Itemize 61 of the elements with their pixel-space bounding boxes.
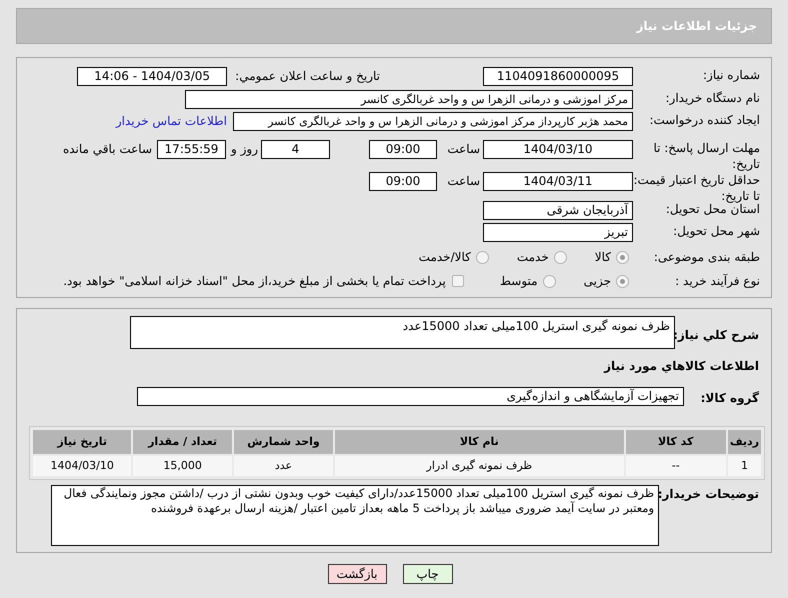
- field-label: شهر محل تحویل:: [672, 223, 760, 239]
- field-label: طبقه بندی موضوعی:: [652, 249, 760, 265]
- table-cell: 1404/03/10: [33, 456, 132, 476]
- text-field[interactable]: 1404/03/05 - 14:06: [77, 67, 228, 86]
- text-field[interactable]: تبریز: [483, 223, 633, 242]
- text-field[interactable]: 1104091860000095: [483, 67, 633, 86]
- column-header: نام کالا: [335, 430, 624, 454]
- option-label: کالا: [594, 249, 611, 265]
- contact-link[interactable]: اطلاعات تماس خریدار: [116, 112, 227, 131]
- notes-textarea[interactable]: ظرف نمونه گیری استریل 100میلی تعداد 15000عدد/دارای کیفیت خوب وبدون نشتی از درب /داشتن مجوز ونمایندگی فعال ومعتبر در سایت آیمد ضروری میباشد باز پرداخت 5 ماهه بعداز تامین اعتبار /هزینه ارسال برعهدة فروشنده: [51, 485, 659, 546]
- option-label: جزیی: [584, 273, 611, 289]
- column-header: کد کالا: [626, 430, 726, 454]
- field-label: ساعت: [446, 141, 480, 158]
- payment-note: پرداخت تمام یا بخشی از مبلغ خرید،از محل "اسناد خزانه اسلامی" خواهد بود.: [63, 273, 446, 289]
- print-button[interactable]: چاپ: [402, 564, 452, 584]
- field-label: نام دستگاه خریدار:: [664, 90, 760, 106]
- field-label: ساعت باقي مانده: [62, 141, 152, 158]
- column-header: ردیف: [728, 430, 761, 454]
- table-cell: 15,000: [133, 456, 232, 476]
- radio-button[interactable]: [476, 250, 489, 264]
- option-label: متوسط: [500, 273, 538, 289]
- table-cell: 1: [728, 456, 761, 476]
- text-field[interactable]: 09:00: [369, 140, 437, 159]
- column-header: واحد شمارش: [234, 430, 334, 454]
- field-label: استان محل تحویل:: [664, 202, 760, 217]
- text-field[interactable]: 1404/03/11: [483, 172, 633, 191]
- radio-button[interactable]: [616, 250, 629, 264]
- radio-button[interactable]: [616, 274, 629, 288]
- option-label: کالا/خدمت: [418, 249, 471, 265]
- page-title: جزئیات اطلاعات نیاز: [636, 18, 757, 35]
- back-button[interactable]: بازگشت: [328, 564, 386, 584]
- column-header: تعداد / مقدار: [133, 430, 232, 454]
- radio-button[interactable]: [542, 274, 556, 288]
- text-field[interactable]: مرکز اموزشی و درمانی الزهرا س و واحد غربالگری کانسر: [185, 90, 633, 109]
- radio-button[interactable]: [554, 250, 567, 264]
- text-field[interactable]: آذربایجان شرقی: [483, 201, 633, 220]
- field-label: مهلت ارسال پاسخ: تا تاریخ:: [652, 140, 760, 172]
- field-label: حداقل تاریخ اعتبار قیمت: تا تاریخ:: [633, 172, 760, 204]
- text-field[interactable]: محمد هژبر کارپرداز مرکز اموزشی و درمانی الزهرا س و واحد غربالگری کانسر: [233, 112, 633, 131]
- field-label: گروه کالا:: [700, 390, 759, 407]
- countdown-field: 17:55:59: [157, 140, 226, 159]
- table-cell: --: [626, 456, 726, 476]
- text-field[interactable]: 4: [261, 140, 330, 159]
- text-field[interactable]: 09:00: [369, 172, 437, 191]
- field-label: شماره نیاز:: [702, 67, 760, 83]
- table-cell: ظرف نمونه گیری ادرار: [335, 456, 624, 476]
- field-label: توضیحات خریدار:: [659, 486, 759, 503]
- field-label: روز و: [230, 141, 258, 158]
- section-title: اطلاعات كالاهاي مورد نیاز: [602, 358, 759, 375]
- table-cell: عدد: [234, 456, 334, 476]
- option-label: خدمت: [516, 249, 549, 265]
- text-field[interactable]: تجهیزات آزمایشگاهی و اندازه‌گیری: [137, 387, 684, 406]
- field-label: تاریخ و ساعت اعلان عمومي:: [235, 68, 380, 85]
- field-label: نوع فرآیند خرید :: [674, 273, 760, 289]
- field-label: ساعت: [446, 173, 480, 190]
- field-label: شرح کلي نیاز:: [675, 327, 759, 344]
- column-header: تاریخ نیاز: [33, 430, 132, 454]
- field-label: ایجاد کننده درخواست:: [648, 112, 760, 128]
- description-textarea[interactable]: ظرف نمونه گیری استریل 100میلی تعداد 15000عدد: [130, 316, 675, 349]
- checkbox[interactable]: [452, 275, 464, 287]
- text-field[interactable]: 1404/03/10: [483, 140, 633, 159]
